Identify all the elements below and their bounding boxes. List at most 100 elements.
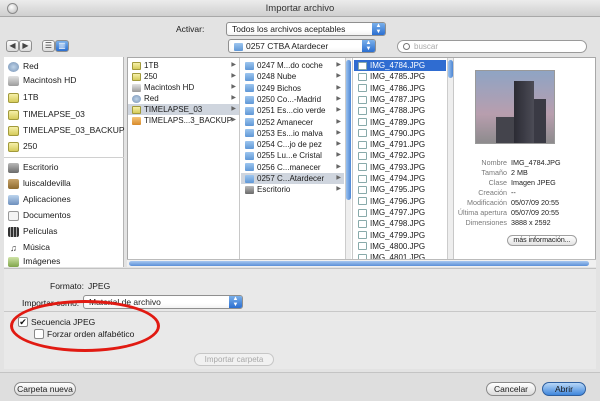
sidebar-item-imagenes[interactable]: Imágenes: [8, 255, 60, 268]
cancel-button[interactable]: Cancelar: [486, 382, 536, 396]
drive-icon: [8, 141, 19, 152]
list-item[interactable]: 0253 Es...io malva ▶: [241, 128, 344, 139]
image-file-icon: [358, 61, 367, 70]
activar-popup[interactable]: Todos los archivos aceptables ▲ ▼: [226, 22, 386, 36]
sidebar-item-documentos[interactable]: Documentos: [8, 209, 71, 222]
preview-pane: Nombre IMG_4784.JPG Tamaño 2 MB Clase Image…: [455, 58, 595, 266]
alphabetical-order-label: Forzar orden alfabético: [47, 329, 135, 339]
activar-value: Todos los archivos aceptables: [232, 24, 346, 34]
list-item[interactable]: 0254 C...jo de pez ▶: [241, 139, 344, 150]
title-bar: Importar archivo: [0, 0, 600, 17]
sidebar-item-home[interactable]: luiscaldevilla: [8, 177, 71, 190]
list-item[interactable]: IMG_4788.JPG: [354, 105, 446, 116]
list-item[interactable]: 0255 Lu...e Cristal ▶: [241, 150, 344, 161]
sidebar-item-red[interactable]: Red: [8, 60, 39, 73]
sidebar-item-timelapse-03[interactable]: TIMELAPSE_03: [8, 108, 85, 121]
list-item[interactable]: IMG_4797.JPG: [354, 207, 446, 218]
list-item[interactable]: 1TB ▶: [128, 60, 239, 71]
list-item[interactable]: 0248 Nube ▶: [241, 71, 344, 82]
list-item[interactable]: IMG_4799.JPG: [354, 230, 446, 241]
column-browser: 1TB ▶ 250 ▶ Macintosh HD ▶ Red ▶ TIMELAPSE_0…: [127, 57, 596, 267]
list-item[interactable]: Escritorio ▶: [241, 184, 344, 195]
column-2-scrollbar[interactable]: [345, 58, 351, 266]
list-item[interactable]: IMG_4785.JPG: [354, 71, 446, 82]
close-button[interactable]: [7, 3, 18, 14]
chevron-right-icon: ▶: [231, 73, 236, 79]
icon-view-button[interactable]: ☰: [42, 40, 55, 52]
column-3-scrollbar[interactable]: [447, 58, 453, 266]
list-item[interactable]: IMG_4794.JPG: [354, 173, 446, 184]
list-item[interactable]: IMG_4787.JPG: [354, 94, 446, 105]
sidebar: Red Macintosh HD 1TB TIMELAPSE_03 TIMELA…: [4, 57, 125, 268]
open-button[interactable]: Abrir: [542, 382, 586, 396]
sidebar-item-250[interactable]: 250: [8, 140, 37, 153]
list-item[interactable]: IMG_4790.JPG: [354, 128, 446, 139]
list-item[interactable]: 0250 Co...-Madrid ▶: [241, 94, 344, 105]
image-file-icon: [358, 152, 367, 161]
import-folder-button[interactable]: Importar carpeta: [194, 353, 274, 366]
list-item[interactable]: 0251 Es...cio verde ▶: [241, 105, 344, 116]
import-as-label: Importar como:: [22, 298, 80, 308]
list-item[interactable]: Red ▶: [128, 93, 239, 104]
list-item[interactable]: 0256 C...manecer ▶: [241, 162, 344, 173]
back-button[interactable]: ◀: [6, 40, 19, 52]
list-item-selected[interactable]: 0257 C...Atardecer ▶: [241, 173, 344, 185]
search-input[interactable]: buscar: [397, 40, 587, 53]
list-item[interactable]: 0249 Bichos ▶: [241, 83, 344, 94]
bottom-bar: Carpeta nueva Cancelar Abrir: [0, 372, 600, 401]
sidebar-item-macintosh-hd[interactable]: Macintosh HD: [8, 74, 76, 87]
location-popup[interactable]: 0257 CTBA Atardecer ▲ ▼: [228, 39, 376, 53]
sidebar-item-peliculas[interactable]: Películas: [8, 225, 58, 238]
sidebar-item-timelapse-backup[interactable]: TIMELAPSE_03_BACKUP: [8, 124, 125, 137]
list-item[interactable]: 250 ▶: [128, 71, 239, 82]
list-item[interactable]: IMG_4786.JPG: [354, 83, 446, 94]
sidebar-item-escritorio[interactable]: Escritorio: [8, 161, 58, 174]
meta-row: Modificación 05/07/09 20:55: [467, 198, 559, 207]
list-item[interactable]: IMG_4792.JPG: [354, 150, 446, 161]
scrollbar-thumb[interactable]: [129, 261, 589, 266]
list-item-selected[interactable]: IMG_4784.JPG: [354, 60, 446, 72]
chevron-right-icon: ▶: [231, 106, 236, 112]
more-info-button[interactable]: más información...: [507, 235, 577, 246]
sidebar-divider: [4, 157, 124, 158]
column-2: 0247 M...do coche ▶ 0248 Nube ▶ 0249 Bicho…: [241, 58, 353, 266]
sidebar-item-musica[interactable]: ♫ Música: [8, 241, 50, 254]
list-item-selected[interactable]: TIMELAPSE_03 ▶: [128, 104, 239, 116]
movies-icon: [8, 226, 19, 237]
list-item[interactable]: IMG_4795.JPG: [354, 184, 446, 195]
list-item[interactable]: IMG_4798.JPG: [354, 218, 446, 229]
applications-icon: [8, 194, 19, 205]
activar-row: Activar: Todos los archivos aceptables ▲…: [0, 20, 600, 38]
home-icon: [8, 178, 19, 189]
folder-icon: [245, 84, 254, 93]
chevron-right-icon: ▶: [231, 62, 236, 68]
column-1: 1TB ▶ 250 ▶ Macintosh HD ▶ Red ▶ TIMELAPSE_0…: [128, 58, 240, 266]
image-file-icon: [358, 163, 367, 172]
import-as-popup[interactable]: Material de archivo ▲ ▼: [83, 295, 243, 309]
alphabetical-order-checkbox[interactable]: [34, 329, 44, 339]
list-item[interactable]: 0252 Amanecer ▶: [241, 117, 344, 128]
list-item[interactable]: IMG_4793.JPG: [354, 162, 446, 173]
sidebar-item-1tb[interactable]: 1TB: [8, 91, 39, 104]
list-item[interactable]: TIMELAPS...3_BACKUP ▶: [128, 115, 239, 126]
list-item[interactable]: 0247 M...do coche ▶: [241, 60, 344, 71]
sidebar-item-aplicaciones[interactable]: Aplicaciones: [8, 193, 71, 206]
image-file-icon: [358, 197, 367, 206]
scrollbar-thumb[interactable]: [448, 60, 453, 78]
list-item[interactable]: IMG_4796.JPG: [354, 196, 446, 207]
forward-button[interactable]: ▶: [19, 40, 32, 52]
column-view-button[interactable]: ▥: [55, 40, 69, 52]
list-item[interactable]: IMG_4791.JPG: [354, 139, 446, 150]
divider: [4, 311, 596, 312]
new-folder-button[interactable]: Carpeta nueva: [14, 382, 76, 396]
horizontal-scrollbar[interactable]: [127, 259, 596, 267]
scrollbar-thumb[interactable]: [346, 60, 351, 200]
list-item[interactable]: IMG_4789.JPG: [354, 117, 446, 128]
image-file-icon: [358, 174, 367, 183]
jpeg-sequence-checkbox[interactable]: ✔: [18, 317, 28, 327]
list-item[interactable]: Macintosh HD ▶: [128, 82, 239, 93]
chevron-right-icon: ▶: [336, 141, 341, 148]
list-item[interactable]: IMG_4800.JPG: [354, 241, 446, 252]
chevron-right-icon: ▶: [231, 84, 236, 90]
chevron-right-icon: ▶: [336, 186, 341, 193]
